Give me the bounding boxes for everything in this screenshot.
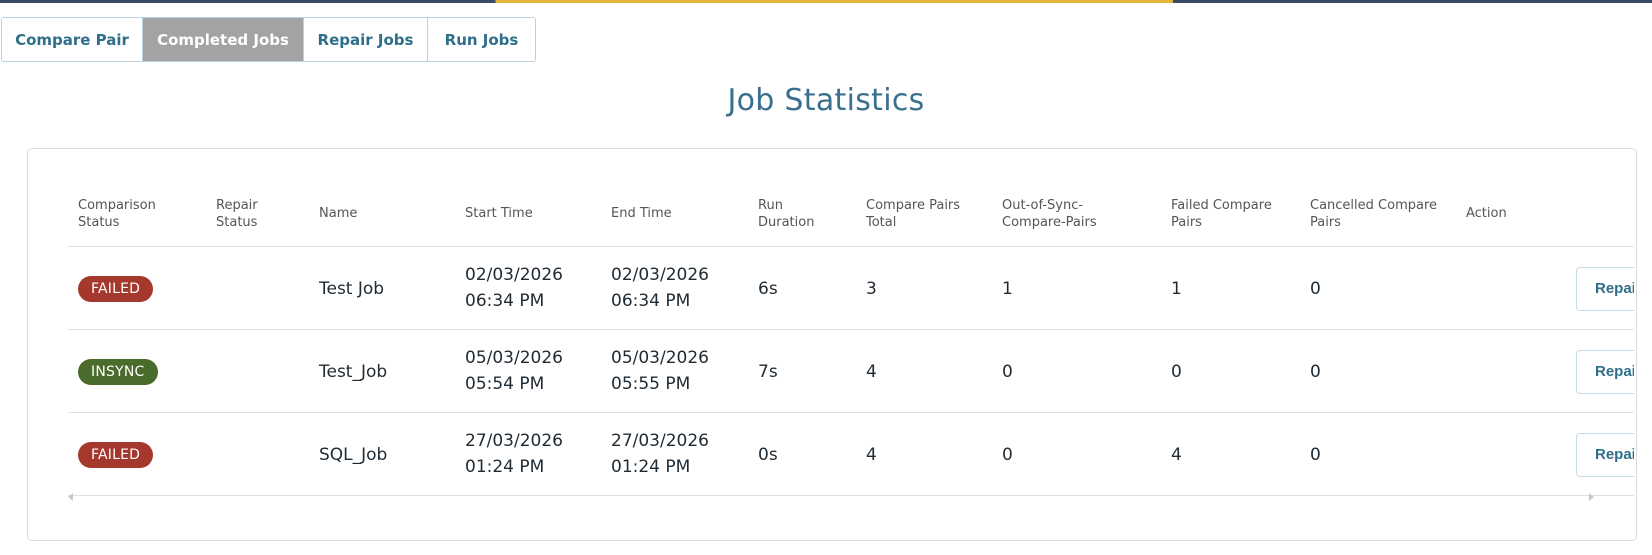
header-text: Duration [758, 215, 815, 230]
header-text: Run [758, 198, 783, 213]
end-date: 27/03/2026 [611, 431, 709, 451]
cancelled-pairs-cell: 0 [1310, 279, 1321, 299]
scroll-right-arrow-icon[interactable] [1589, 493, 1594, 501]
page-title: Job Statistics [727, 83, 925, 118]
tab-completed-jobs[interactable]: Completed Jobs [143, 18, 304, 61]
end-clock: 05:55 PM [611, 374, 691, 394]
header-text: Start Time [465, 206, 533, 221]
end-date: 05/03/2026 [611, 348, 709, 368]
start-time-cell: 27/03/2026 01:24 PM [465, 428, 563, 480]
failed-pairs-cell: 0 [1171, 362, 1182, 382]
status-badge: INSYNC [78, 359, 158, 385]
start-time-cell: 05/03/2026 05:54 PM [465, 345, 563, 397]
header-text: Compare Pairs [866, 198, 961, 213]
failed-pairs-cell: 1 [1171, 279, 1182, 299]
start-clock: 01:24 PM [465, 457, 545, 477]
tab-repair-jobs[interactable]: Repair Jobs [304, 18, 428, 61]
header-text: Repair [216, 198, 258, 213]
cancelled-pairs-cell: 0 [1310, 362, 1321, 382]
repair-button[interactable]: Repair [1576, 350, 1634, 394]
end-clock: 01:24 PM [611, 457, 691, 477]
compare-pairs-total-cell: 4 [866, 362, 877, 382]
run-duration-cell: 0s [758, 445, 778, 465]
status-badge: FAILED [78, 442, 154, 468]
header-text: Out-of-Sync- [1002, 198, 1084, 213]
header-text: Status [216, 215, 258, 230]
header-out-of-sync[interactable]: Out-of-Sync- Compare-Pairs [1002, 197, 1097, 231]
start-date: 05/03/2026 [465, 348, 563, 368]
compare-pairs-total-cell: 3 [866, 279, 877, 299]
header-text: Failed Compare [1171, 198, 1272, 213]
header-text: End Time [611, 206, 672, 221]
status-badge: FAILED [78, 276, 154, 302]
end-clock: 06:34 PM [611, 291, 691, 311]
out-of-sync-cell: 0 [1002, 445, 1013, 465]
header-text: Name [319, 206, 358, 221]
job-name-cell: Test Job [319, 279, 385, 299]
horizontal-scrollbar[interactable] [68, 491, 1634, 505]
end-time-cell: 05/03/2026 05:55 PM [611, 345, 709, 397]
failed-pairs-cell: 4 [1171, 445, 1182, 465]
header-text: Cancelled Compare [1310, 198, 1438, 213]
out-of-sync-cell: 1 [1002, 279, 1013, 299]
header-text: Comparison [78, 198, 156, 213]
header-comparison-status[interactable]: Comparison Status [78, 197, 156, 231]
top-accent-bar [0, 0, 1652, 3]
header-cancelled-pairs[interactable]: Cancelled Compare Pairs [1310, 197, 1437, 231]
header-run-duration[interactable]: Run Duration [758, 197, 814, 231]
header-end-time[interactable]: End Time [611, 205, 672, 222]
run-duration-cell: 7s [758, 362, 778, 382]
header-text: Pairs [1171, 215, 1202, 230]
job-table: Comparison Status Repair Status Name Sta… [68, 185, 1634, 508]
out-of-sync-cell: 0 [1002, 362, 1013, 382]
job-name-cell: Test_Job [319, 362, 388, 382]
cancelled-pairs-cell: 0 [1310, 445, 1321, 465]
run-duration-cell: 6s [758, 279, 778, 299]
start-time-cell: 02/03/2026 06:34 PM [465, 262, 563, 314]
header-text: Action [1466, 206, 1507, 221]
header-text: Pairs [1310, 215, 1341, 230]
start-clock: 06:34 PM [465, 291, 545, 311]
scroll-left-arrow-icon[interactable] [68, 493, 73, 501]
start-date: 27/03/2026 [465, 431, 563, 451]
start-clock: 05:54 PM [465, 374, 545, 394]
header-text: Compare-Pairs [1002, 215, 1097, 230]
header-compare-pairs-total[interactable]: Compare Pairs Total [866, 197, 960, 231]
tab-bar: Compare Pair Completed Jobs Repair Jobs … [1, 17, 536, 62]
end-date: 02/03/2026 [611, 265, 709, 285]
tab-compare-pair[interactable]: Compare Pair [2, 18, 143, 61]
header-failed-pairs[interactable]: Failed Compare Pairs [1171, 197, 1272, 231]
header-start-time[interactable]: Start Time [465, 205, 533, 222]
header-text: Status [78, 215, 120, 230]
table-row: FAILED SQL_Job 27/03/2026 01:24 PM 27/03… [68, 413, 1634, 496]
start-date: 02/03/2026 [465, 265, 563, 285]
header-action: Action [1466, 205, 1507, 222]
repair-button[interactable]: Repair [1576, 433, 1634, 477]
table-row: FAILED Test Job 02/03/2026 06:34 PM 02/0… [68, 247, 1634, 330]
end-time-cell: 02/03/2026 06:34 PM [611, 262, 709, 314]
compare-pairs-total-cell: 4 [866, 445, 877, 465]
job-name-cell: SQL_Job [319, 445, 388, 465]
header-repair-status[interactable]: Repair Status [216, 197, 258, 231]
job-statistics-panel: Comparison Status Repair Status Name Sta… [27, 148, 1637, 541]
header-text: Total [866, 215, 897, 230]
end-time-cell: 27/03/2026 01:24 PM [611, 428, 709, 480]
table-header: Comparison Status Repair Status Name Sta… [68, 185, 1634, 247]
header-name[interactable]: Name [319, 205, 357, 222]
repair-button[interactable]: Repair [1576, 267, 1634, 311]
tab-run-jobs[interactable]: Run Jobs [428, 18, 535, 61]
table-row: INSYNC Test_Job 05/03/2026 05:54 PM 05/0… [68, 330, 1634, 413]
